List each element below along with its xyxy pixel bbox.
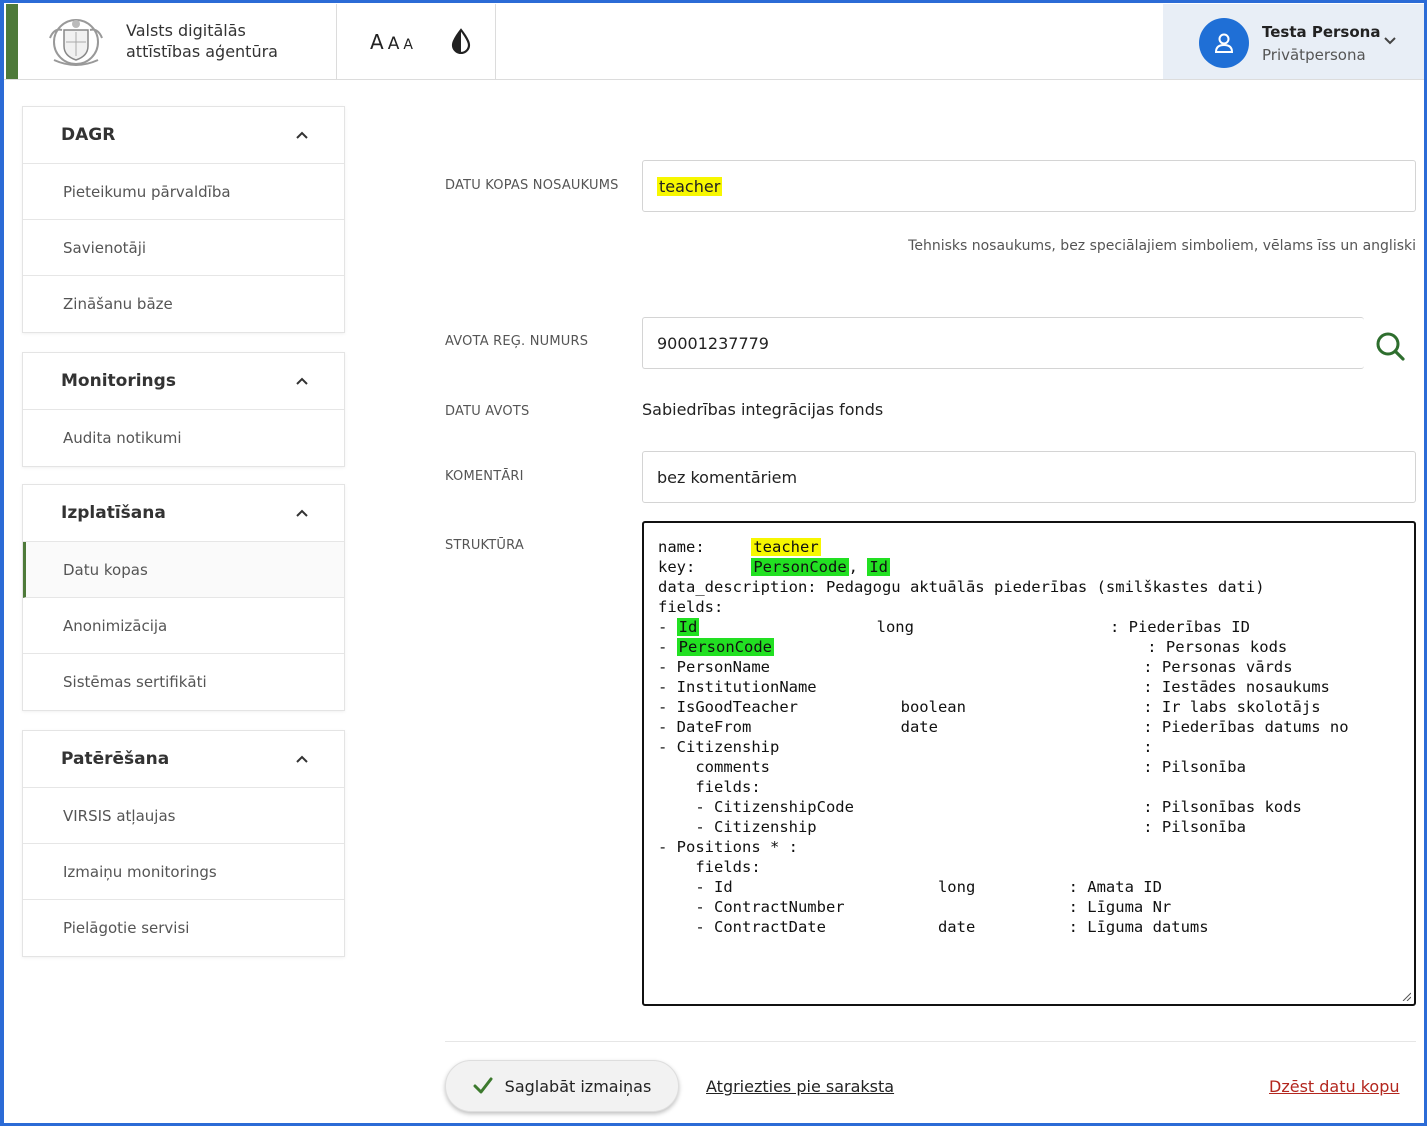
font-size-medium-button[interactable]: A	[388, 34, 401, 54]
menu-group-title: Izplatīšana	[61, 503, 166, 523]
search-icon[interactable]	[1374, 330, 1406, 362]
sidebar-item-anonimizacija[interactable]: Anonimizācija	[23, 598, 344, 654]
sidebar-item-savienotaji[interactable]: Savienotāji	[23, 220, 344, 276]
app-header: Valsts digitālās attīstības aģentūra AAA…	[4, 4, 1424, 80]
menu-group-izplatisana: Izplatīšana Datu kopas Anonimizācija Sis…	[22, 484, 345, 711]
structure-field-highlight: PersonCode	[676, 638, 774, 656]
structure-line: - PersonName : Personas vārds	[658, 658, 1293, 676]
resize-handle-icon[interactable]	[1401, 991, 1411, 1001]
comments-input[interactable]: bez komentāriem	[642, 451, 1416, 503]
user-name: Testa Persona	[1262, 23, 1381, 41]
sidebar-item-datu-kopas[interactable]: Datu kopas	[23, 542, 344, 598]
user-menu[interactable]: Testa Persona Privātpersona	[1163, 4, 1424, 79]
structure-line: - ContractDate date : Līguma datums	[658, 918, 1209, 936]
sidebar-item-audita-notikumi[interactable]: Audita notikumi	[23, 410, 344, 466]
coat-of-arms-logo[interactable]	[40, 10, 112, 74]
structure-field-highlight: Id	[676, 618, 700, 636]
font-size-switcher: AAA	[370, 30, 417, 54]
structure-line: data_description: Pedagogu aktuālās pied…	[658, 578, 1265, 596]
menu-group-title: Monitorings	[61, 371, 176, 391]
structure-line: - ContractNumber : Līguma Nr	[658, 898, 1172, 916]
menu-group-dagr: DAGR Pieteikumu pārvaldība Savienotāji Z…	[22, 106, 345, 333]
font-size-small-button[interactable]: A	[403, 37, 414, 53]
organization-name: Valsts digitālās attīstības aģentūra	[126, 20, 278, 62]
dataset-name-value: teacher	[657, 176, 723, 196]
contrast-drop-icon[interactable]	[450, 28, 472, 54]
structure-textarea[interactable]: name: teacher key: PersonCode, Id data_des…	[642, 521, 1416, 1006]
sidebar-item-virsis-atlaujas[interactable]: VIRSIS atļaujas	[23, 788, 344, 844]
source-reg-number-value: 90001237779	[657, 333, 769, 353]
sidebar-item-sistemas-sertifikati[interactable]: Sistēmas sertifikāti	[23, 654, 344, 710]
structure-line: - Positions * :	[658, 838, 798, 856]
avatar	[1199, 18, 1249, 68]
org-name-line2: attīstības aģentūra	[126, 42, 278, 61]
structure-name-highlight: teacher	[751, 538, 821, 556]
menu-group-header[interactable]: Izplatīšana	[23, 485, 344, 542]
menu-group-title: Patērēšana	[61, 749, 170, 769]
data-source-value: Sabiedrības integrācijas fonds	[642, 400, 884, 419]
user-role: Privātpersona	[1262, 46, 1366, 64]
structure-line: fields:	[658, 858, 761, 876]
structure-label: STRUKTŪRA	[445, 538, 524, 553]
structure-line: - Citizenship :	[658, 738, 1153, 756]
sidebar-item-pieteikumu-parvaldiba[interactable]: Pieteikumu pārvaldība	[23, 164, 344, 220]
structure-line: - InstitutionName : Iestādes nosaukums	[658, 678, 1330, 696]
delete-dataset-link[interactable]: Dzēst datu kopu	[1269, 1077, 1400, 1096]
form-footer-divider	[445, 1041, 1416, 1042]
comments-value: bez komentāriem	[657, 467, 798, 487]
structure-line: fields:	[658, 778, 761, 796]
chevron-up-icon[interactable]	[296, 509, 308, 517]
sidebar-item-zinasanu-baze[interactable]: Zināšanu bāze	[23, 276, 344, 332]
structure-line: - Citizenship : Pilsonība	[658, 818, 1246, 836]
source-reg-number-label: AVOTA REĢ. NUMURS	[445, 334, 589, 349]
save-changes-button[interactable]: Saglabāt izmaiņas	[445, 1060, 679, 1112]
structure-line: - Id long : Piederības ID	[658, 618, 1250, 636]
structure-line: - DateFrom date : Piederības datums no	[658, 718, 1349, 736]
comments-label: KOMENTĀRI	[445, 469, 524, 484]
structure-line: fields:	[658, 598, 724, 616]
source-reg-number-input[interactable]: 90001237779	[642, 317, 1364, 369]
menu-group-paterisana: Patērēšana VIRSIS atļaujas Izmaiņu monit…	[22, 730, 345, 957]
menu-group-header[interactable]: DAGR	[23, 107, 344, 164]
org-name-line1: Valsts digitālās	[126, 21, 246, 40]
back-to-list-link[interactable]: Atgriezties pie saraksta	[706, 1077, 894, 1096]
structure-line: - CitizenshipCode : Pilsonības kods	[658, 798, 1302, 816]
sidebar-item-izmainu-monitorings[interactable]: Izmaiņu monitorings	[23, 844, 344, 900]
header-divider	[495, 4, 496, 80]
structure-line: name: teacher	[658, 538, 821, 556]
structure-line: - PersonCode : Personas kods	[658, 638, 1288, 656]
save-changes-label: Saglabāt izmaiņas	[504, 1076, 652, 1096]
chevron-up-icon[interactable]	[296, 131, 308, 139]
menu-group-header[interactable]: Patērēšana	[23, 731, 344, 788]
user-icon	[1214, 33, 1234, 53]
menu-group-header[interactable]: Monitorings	[23, 353, 344, 410]
structure-line: - IsGoodTeacher boolean : Ir labs skolot…	[658, 698, 1321, 716]
data-source-label: DATU AVOTS	[445, 404, 530, 419]
chevron-down-icon[interactable]	[1383, 36, 1397, 46]
menu-group-monitorings: Monitorings Audita notikumi	[22, 352, 345, 467]
structure-key-highlight: Id	[867, 558, 890, 576]
dataset-name-input[interactable]: teacher	[642, 160, 1416, 212]
menu-group-title: DAGR	[61, 125, 116, 145]
structure-line: - Id long : Amata ID	[658, 878, 1162, 896]
header-divider	[336, 4, 337, 80]
brand-accent-bar	[6, 4, 18, 79]
checkmark-icon	[473, 1077, 493, 1094]
structure-line: comments : Pilsonība	[658, 758, 1246, 776]
chevron-up-icon[interactable]	[296, 377, 308, 385]
structure-key-highlight: PersonCode	[751, 558, 849, 576]
chevron-up-icon[interactable]	[296, 755, 308, 763]
structure-line: key: PersonCode, Id	[658, 558, 890, 576]
dataset-name-hint: Tehnisks nosaukums, bez speciālajiem sim…	[908, 238, 1416, 254]
sidebar-item-pielagotie-servisi[interactable]: Pielāgotie servisi	[23, 900, 344, 956]
dataset-name-label: DATU KOPAS NOSAUKUMS	[445, 178, 619, 193]
font-size-large-button[interactable]: A	[370, 30, 385, 54]
